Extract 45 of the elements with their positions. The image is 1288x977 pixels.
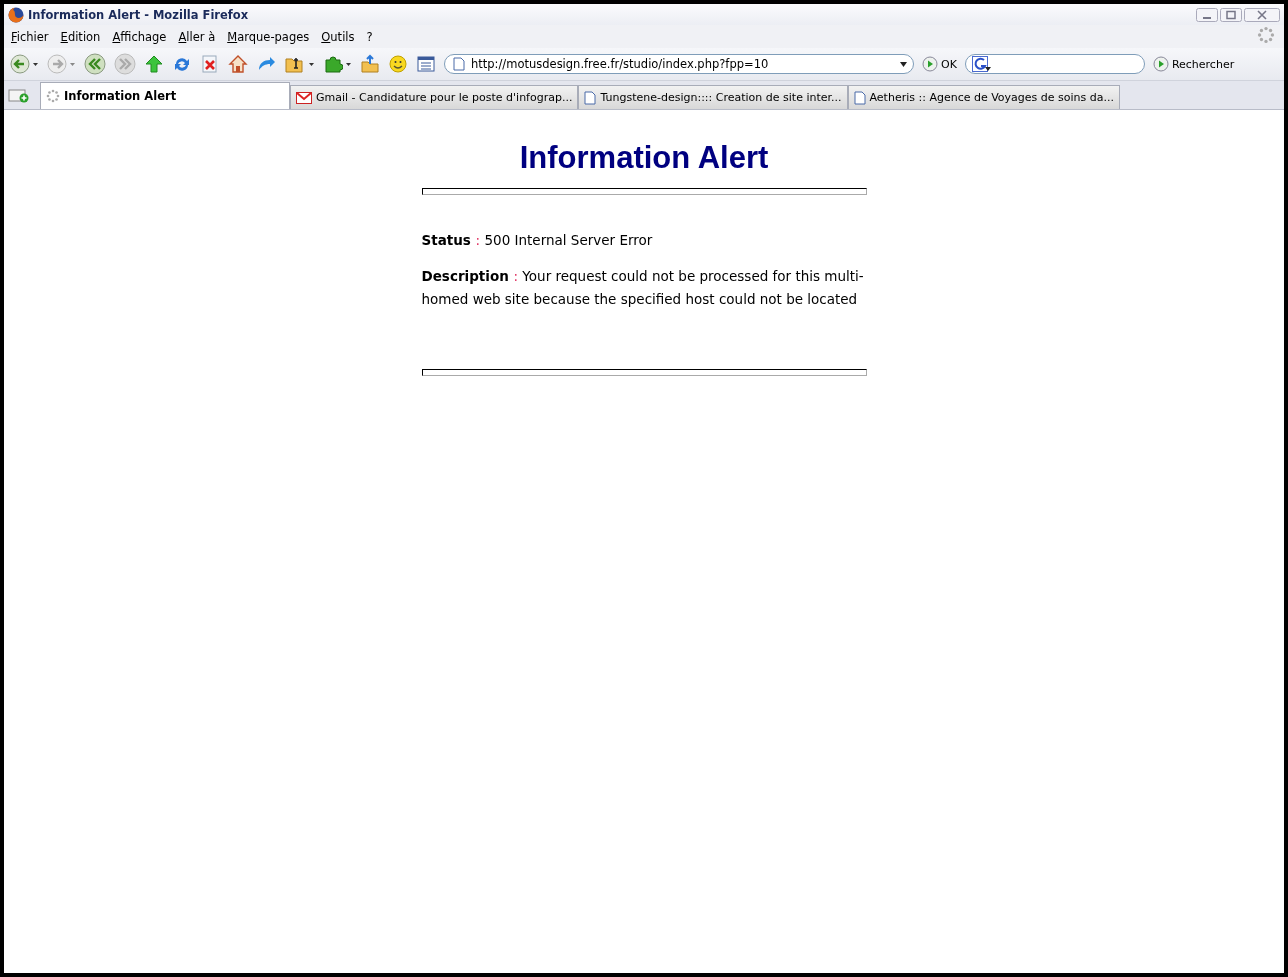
rewind-icon[interactable] — [84, 53, 106, 75]
envelope-icon — [296, 91, 312, 104]
browser-tab[interactable]: Gmail - Candidature pour le poste d'infograp... — [290, 85, 579, 109]
browser-logo-icon — [8, 6, 24, 23]
throbber-icon — [1257, 26, 1275, 44]
back-icon[interactable] — [10, 54, 30, 74]
minimize-icon[interactable] — [1196, 7, 1218, 22]
menu-item[interactable]: Edition — [56, 29, 109, 44]
list-icon[interactable] — [416, 54, 436, 74]
forward-icon[interactable] — [47, 54, 67, 74]
search-button[interactable]: Rechercher — [1152, 56, 1235, 72]
menu-item[interactable]: Affichage — [108, 29, 175, 44]
page-icon — [853, 90, 866, 105]
go-button[interactable]: OK — [922, 56, 957, 72]
play-icon — [922, 56, 938, 72]
field-line: Description : Your request could not be processed for this multi-homed web site because the specified host could not be located — [421, 267, 865, 309]
spinner-icon — [46, 89, 60, 103]
search-field[interactable] — [964, 54, 1145, 74]
close-icon[interactable] — [1244, 7, 1280, 22]
browser-tab[interactable]: Tungstene-design:::: Creation de site inter... — [578, 85, 848, 109]
menu-item[interactable]: Outils — [317, 29, 363, 44]
stop-icon[interactable] — [200, 54, 220, 74]
search-engine-icon[interactable] — [971, 56, 992, 72]
browser-tab[interactable]: Aetheris :: Agence de Voyages de soins da... — [847, 85, 1120, 109]
upload-folder-icon[interactable] — [360, 54, 380, 74]
menu-item[interactable]: ? — [362, 29, 381, 44]
menu-item[interactable]: Fichier — [7, 29, 57, 44]
home-icon[interactable] — [228, 54, 248, 74]
maximize-icon[interactable] — [1220, 7, 1242, 22]
address-field[interactable]: http://motusdesign.free.fr/studio/index.php?fpp=10 — [444, 54, 914, 74]
dropdown-arrow-icon[interactable] — [900, 61, 907, 67]
smiley-icon[interactable] — [388, 54, 408, 74]
puzzle-icon[interactable] — [323, 54, 343, 74]
window-title: Information Alert - Mozilla Firefox — [28, 7, 249, 22]
page-heading: Information Alert — [518, 140, 770, 176]
field-line: Status : 500 Internal Server Error — [421, 231, 654, 250]
menu-item[interactable]: Aller à — [174, 29, 224, 44]
fast-forward-icon[interactable] — [114, 53, 136, 75]
menu-item[interactable]: Marque-pages — [223, 29, 318, 44]
browser-tab[interactable]: Information Alert — [40, 82, 290, 109]
page-icon — [584, 90, 597, 105]
new-tab-icon[interactable] — [8, 87, 30, 103]
page-icon — [453, 57, 465, 71]
play-icon — [1152, 56, 1169, 72]
up-arrow-icon[interactable] — [144, 54, 164, 74]
